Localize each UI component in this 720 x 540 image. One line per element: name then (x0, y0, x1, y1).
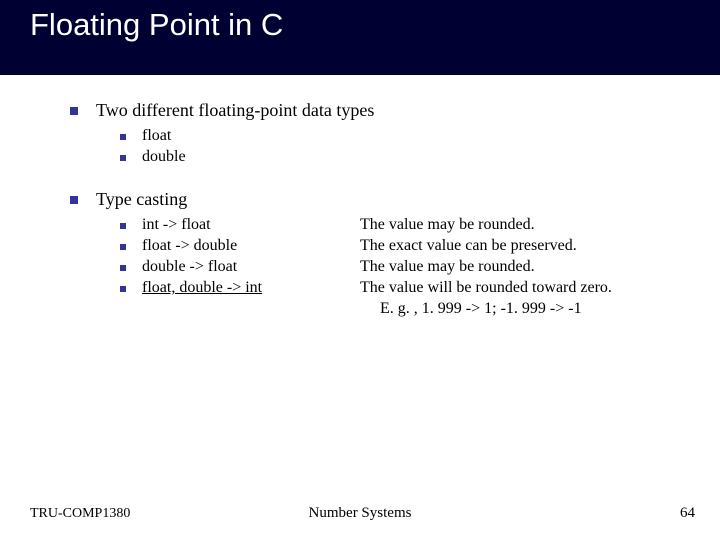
bullet-level2: float (120, 127, 690, 145)
bullet-text: Two different floating-point data types (96, 100, 374, 121)
bullet-level1: Two different floating-point data types (70, 100, 690, 121)
cast-left-text: float -> double (142, 237, 237, 255)
cast-left-text: float, double -> int (142, 279, 262, 297)
cast-left-text: double -> float (142, 258, 237, 276)
square-bullet-icon (70, 107, 78, 115)
square-bullet-icon (120, 155, 126, 161)
square-bullet-icon (120, 286, 126, 292)
cast-left-text: int -> float (142, 216, 211, 234)
footer-page-number: 64 (680, 505, 695, 522)
bullet-text: Type casting (96, 189, 187, 210)
cast-example-text: E. g. , 1. 999 -> 1; -1. 999 -> -1 (380, 300, 690, 318)
cast-right-text: The value may be rounded. (360, 258, 535, 276)
bullet-text: double (142, 148, 186, 166)
cast-right-text: The value may be rounded. (360, 216, 535, 234)
slide-content: Two different floating-point data types … (0, 100, 720, 318)
cast-row: double -> float The value may be rounded… (120, 258, 690, 276)
bullet-text: float (142, 127, 171, 145)
square-bullet-icon (120, 223, 126, 229)
bullet-level1: Type casting (70, 189, 690, 210)
square-bullet-icon (120, 265, 126, 271)
bullet-level2: double (120, 148, 690, 166)
slide-header: Floating Point in C (0, 0, 720, 75)
cast-row: float -> double The exact value can be p… (120, 237, 690, 255)
square-bullet-icon (120, 244, 126, 250)
footer-center: Number Systems (0, 505, 720, 522)
square-bullet-icon (70, 196, 78, 204)
cast-right-text: The exact value can be preserved. (360, 237, 577, 255)
slide-title: Floating Point in C (30, 7, 283, 43)
cast-right-text: The value will be rounded toward zero. (360, 279, 612, 297)
square-bullet-icon (120, 134, 126, 140)
cast-row: float, double -> int The value will be r… (120, 279, 690, 297)
cast-row: int -> float The value may be rounded. (120, 216, 690, 234)
